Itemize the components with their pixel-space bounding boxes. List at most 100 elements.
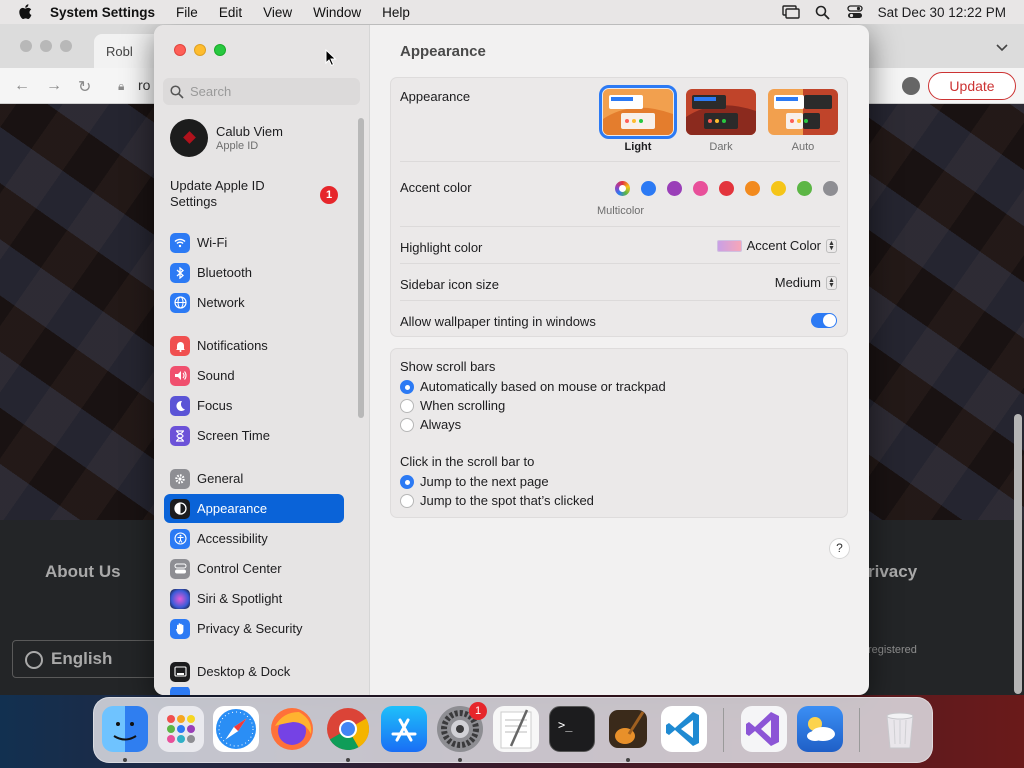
- sidebar-item-appearance[interactable]: Appearance: [164, 494, 344, 523]
- accent-graphite-swatch[interactable]: [823, 181, 838, 196]
- browser-close-button[interactable]: [20, 40, 32, 52]
- sidebar-item-siri-spotlight[interactable]: Siri & Spotlight: [164, 584, 344, 613]
- sidebar-item-partial[interactable]: [164, 687, 344, 695]
- appearance-dark-thumbnail[interactable]: [686, 89, 756, 135]
- sidebar-item-focus[interactable]: Focus: [164, 391, 344, 420]
- menu-view[interactable]: View: [263, 5, 292, 20]
- sidebar-item-notifications[interactable]: Notifications: [164, 331, 344, 360]
- window-close-button[interactable]: [174, 44, 186, 56]
- control-center-icon[interactable]: [846, 4, 864, 20]
- sidebar-scrollbar[interactable]: [358, 118, 364, 418]
- menubar-clock[interactable]: Sat Dec 30 12:22 PM: [878, 5, 1006, 20]
- scrollbar-auto-radio[interactable]: Automatically based on mouse or trackpad: [400, 379, 666, 394]
- system-settings-window: Search Calub Viem Apple ID Update Apple …: [154, 25, 869, 695]
- radio-label: Jump to the next page: [420, 474, 549, 489]
- window-minimize-button[interactable]: [194, 44, 206, 56]
- browser-scrollbar[interactable]: [1014, 414, 1022, 694]
- show-scroll-bars-label: Show scroll bars: [400, 359, 496, 374]
- sidebar-item-sound[interactable]: Sound: [164, 361, 344, 390]
- menu-edit[interactable]: Edit: [219, 5, 242, 20]
- sidebar-item-wifi[interactable]: Wi-Fi: [164, 228, 344, 257]
- terminal-icon[interactable]: >_: [549, 706, 595, 752]
- browser-minimize-button[interactable]: [40, 40, 52, 52]
- sidebar-search-field[interactable]: Search: [163, 78, 360, 105]
- click-next-page-radio[interactable]: Jump to the next page: [400, 474, 549, 489]
- chrome-icon[interactable]: [325, 706, 371, 752]
- trash-icon[interactable]: [877, 706, 923, 752]
- click-spot-radio[interactable]: Jump to the spot that’s clicked: [400, 493, 594, 508]
- footer-about-link[interactable]: About Us: [45, 562, 121, 582]
- app-store-icon[interactable]: [381, 706, 427, 752]
- sidebar-item-label: Network: [197, 295, 245, 310]
- sidebar-item-label: Screen Time: [197, 428, 270, 443]
- accent-orange-swatch[interactable]: [745, 181, 760, 196]
- sidebar-icon-size-popup[interactable]: Medium ▲ ▼: [775, 275, 837, 290]
- textedit-icon[interactable]: [493, 706, 539, 752]
- sidebar-item-label: Bluetooth: [197, 265, 252, 280]
- chevron-down-icon[interactable]: [996, 40, 1008, 55]
- footer-privacy-link[interactable]: rivacy: [868, 562, 917, 582]
- multicolor-label: Multicolor: [597, 205, 645, 217]
- vscode-icon[interactable]: [661, 706, 707, 752]
- siri-icon: [170, 588, 190, 609]
- back-arrow-icon[interactable]: ←: [14, 77, 32, 95]
- divider: [400, 161, 840, 162]
- accent-pink-swatch[interactable]: [693, 181, 708, 196]
- menu-file[interactable]: File: [176, 5, 198, 20]
- sidebar-item-general[interactable]: General: [164, 464, 344, 493]
- chevron-up-down-icon: ▲ ▼: [826, 238, 837, 253]
- menu-app-name[interactable]: System Settings: [50, 5, 155, 20]
- help-button[interactable]: ?: [829, 538, 850, 559]
- forward-arrow-icon[interactable]: →: [46, 77, 64, 95]
- garageband-icon[interactable]: [605, 706, 651, 752]
- menu-window[interactable]: Window: [313, 5, 361, 20]
- page-title: Appearance: [400, 43, 486, 60]
- browser-profile-icon[interactable]: [902, 77, 920, 95]
- browser-url-text[interactable]: ro: [138, 77, 150, 93]
- scrollbar-when-scrolling-radio[interactable]: When scrolling: [400, 398, 505, 413]
- reload-icon[interactable]: ↻: [78, 77, 96, 96]
- browser-update-button[interactable]: Update: [928, 72, 1016, 100]
- sidebar-item-bluetooth[interactable]: Bluetooth: [164, 258, 344, 287]
- sidebar-item-privacy-security[interactable]: Privacy & Security: [164, 614, 344, 643]
- accessibility-icon: [170, 528, 190, 549]
- sidebar-item-control-center[interactable]: Control Center: [164, 554, 344, 583]
- scrollbar-always-radio[interactable]: Always: [400, 417, 461, 432]
- apple-menu-icon[interactable]: [18, 4, 34, 20]
- accent-multicolor-swatch[interactable]: [615, 181, 630, 196]
- accent-blue-swatch[interactable]: [641, 181, 656, 196]
- gear-icon: [170, 468, 190, 489]
- highlight-color-popup[interactable]: Accent Color ▲ ▼: [716, 238, 837, 253]
- screen-mirroring-icon[interactable]: [781, 4, 800, 20]
- accent-purple-swatch[interactable]: [667, 181, 682, 196]
- divider: [400, 226, 840, 227]
- firefox-icon[interactable]: [269, 706, 315, 752]
- accent-yellow-swatch[interactable]: [771, 181, 786, 196]
- accent-red-swatch[interactable]: [719, 181, 734, 196]
- sidebar-item-screen-time[interactable]: Screen Time: [164, 421, 344, 450]
- language-selector[interactable]: English: [12, 640, 160, 678]
- radio-unselected: [400, 493, 414, 508]
- menu-bar: System Settings File Edit View Window He…: [0, 0, 1024, 24]
- appearance-light-label: Light: [624, 141, 652, 153]
- weather-icon[interactable]: [797, 706, 843, 752]
- spotlight-search-icon[interactable]: [814, 4, 832, 20]
- display-icon: [170, 687, 190, 695]
- apple-id-profile[interactable]: Calub Viem Apple ID: [170, 119, 283, 157]
- update-apple-id-item[interactable]: Update Apple ID Settings: [170, 178, 290, 210]
- appearance-auto-thumbnail[interactable]: [768, 89, 838, 135]
- window-zoom-button[interactable]: [214, 44, 226, 56]
- sidebar-item-label: Notifications: [197, 338, 268, 353]
- visual-studio-icon[interactable]: [741, 706, 787, 752]
- sidebar-item-desktop-dock[interactable]: Desktop & Dock: [164, 657, 344, 686]
- finder-icon[interactable]: [102, 706, 148, 752]
- accent-green-swatch[interactable]: [797, 181, 812, 196]
- launchpad-icon[interactable]: [158, 706, 204, 752]
- appearance-light-thumbnail[interactable]: [599, 85, 677, 139]
- sidebar-item-accessibility[interactable]: Accessibility: [164, 524, 344, 553]
- menu-help[interactable]: Help: [382, 5, 410, 20]
- wallpaper-tinting-toggle[interactable]: [811, 313, 837, 328]
- sidebar-item-network[interactable]: Network: [164, 288, 344, 317]
- safari-icon[interactable]: [213, 706, 259, 752]
- browser-zoom-button[interactable]: [60, 40, 72, 52]
